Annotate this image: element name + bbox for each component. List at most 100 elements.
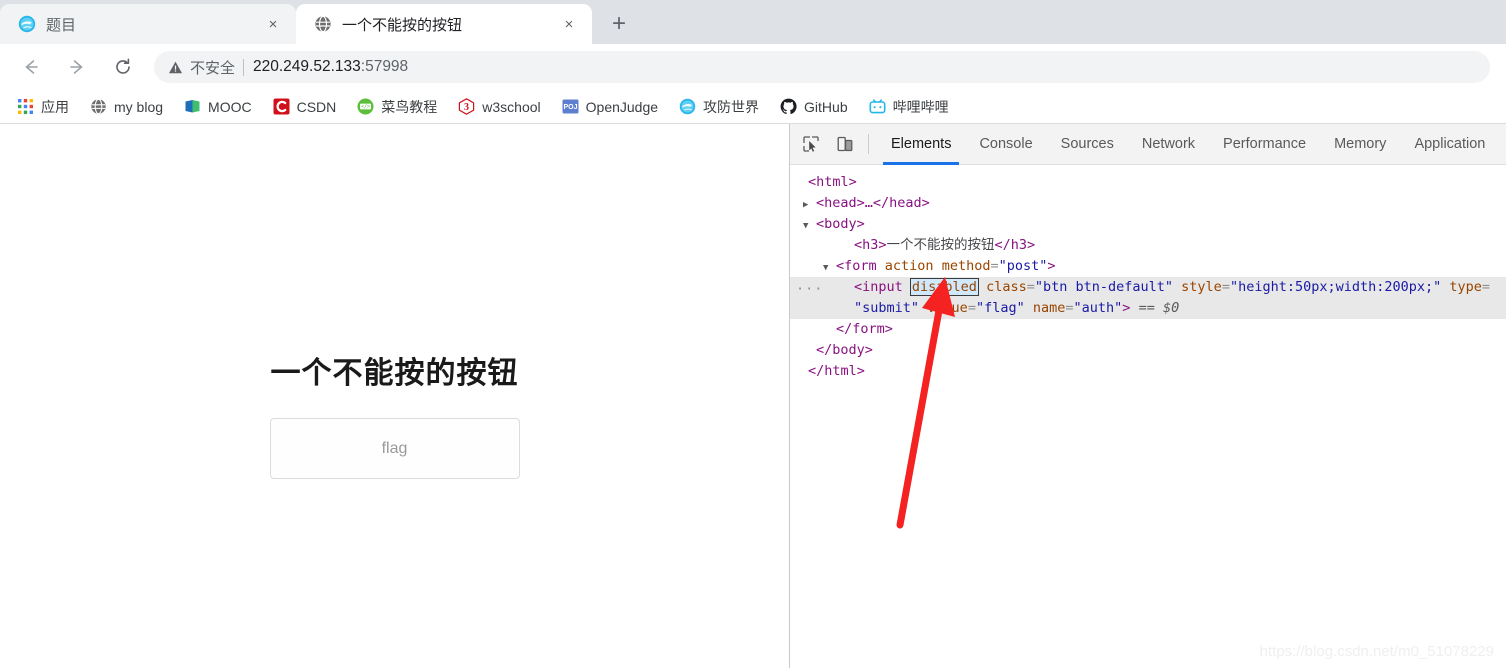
dom-form-open-text: <form [836,258,885,274]
dom-eq-4: = [1481,279,1491,295]
url-host-text: 220.249.52.133 [253,58,361,75]
reload-button[interactable] [106,50,140,84]
mooc-book-icon [184,98,201,115]
inspect-element-icon[interactable] [796,129,826,159]
chevron-down-icon[interactable]: ▼ [803,216,814,237]
content-area: 一个不能按的按钮 flag Elements Console Sources N… [0,124,1506,668]
bookmark-w3school-label: w3school [482,98,541,115]
forward-button[interactable] [60,50,94,84]
address-bar[interactable]: 不安全 220.249.52.133 :57998 [154,51,1490,83]
dom-console-ref: == $0 [1138,300,1180,316]
page-content: 一个不能按的按钮 flag [0,124,789,479]
dom-node-body-close[interactable]: </body> [790,340,1506,361]
navigation-toolbar: 不安全 220.249.52.133 :57998 [0,44,1506,90]
dom-input-attr-style-name: style [1173,279,1222,295]
flag-submit-button[interactable]: flag [269,418,520,479]
browser-window: 题目 × 一个不能按的按钮 × + 不安全 220.249.52.133:57… [0,0,1506,668]
dom-node-input-selected[interactable]: ··· <input disabled class="btn btn-defau… [790,277,1506,319]
tab-sources[interactable]: Sources [1047,124,1128,165]
bookmark-apps[interactable]: 应用 [14,94,78,120]
bookmark-apps-label: 应用 [41,98,69,115]
dom-html-open-text: <html> [808,174,857,190]
bookmark-w3school[interactable]: 3 w3school [455,95,549,118]
bookmark-bilibili[interactable]: 哔哩哔哩 [866,94,958,120]
bookmark-my-blog[interactable]: my blog [87,95,172,118]
tab-network[interactable]: Network [1128,124,1209,165]
w3school-3-icon: 3 [458,98,475,115]
watermark-text: https://blog.csdn.net/m0_51078229 [1259,643,1494,660]
svg-text:POJ: POJ [563,104,577,111]
dom-node-head[interactable]: ▶ <head>…</head> [790,193,1506,214]
back-button[interactable] [14,50,48,84]
github-cat-icon [780,98,797,115]
poj-icon: POJ [562,98,579,115]
dom-node-html-close[interactable]: </html> [790,361,1506,382]
dom-input-attr-type-value: "submit" [854,300,920,316]
dom-eq-5: = [967,300,976,316]
svg-text:3: 3 [464,102,469,113]
dom-h3-close-text: </h3> [994,237,1036,253]
dom-node-html-open[interactable]: <html> [790,172,1506,193]
tab-console[interactable]: Console [965,124,1046,165]
page-heading: 一个不能按的按钮 [270,357,519,390]
security-status-text: 不安全 [190,59,236,77]
bookmark-openjudge-label: OpenJudge [585,98,659,115]
runoob-code-icon: </> [357,98,374,115]
dom-input-attr-name-value: "auth" [1073,300,1123,316]
new-tab-button[interactable]: + [602,7,636,41]
dom-h3-open-text: <h3> [854,237,887,253]
dom-node-h3[interactable]: <h3>一个不能按的按钮</h3> [790,235,1506,256]
bookmark-openjudge[interactable]: POJ OpenJudge [559,95,667,118]
dom-h3-text: 一个不能按的按钮 [886,237,995,253]
dom-input-attr-value-name: value [919,300,968,316]
dom-eq-2: = [1026,279,1035,295]
browser-tab-0[interactable]: 题目 × [0,4,296,44]
dom-node-form-open[interactable]: ▼ <form action method="post"> [790,256,1506,277]
chevron-down-icon[interactable]: ▼ [823,258,834,279]
dom-form-attr-method: method [941,258,991,274]
device-toolbar-icon[interactable] [830,129,860,159]
bookmark-xctf-label: 攻防世界 [703,98,760,115]
dom-body-close-text: </body> [816,342,873,358]
xctf-globe-icon [679,98,696,115]
dom-eq-6: = [1065,300,1074,316]
xctf-globe-icon [18,15,36,33]
dom-input-line-wrap: "submit" value="flag" name="auth"> == $0 [790,298,1506,319]
dom-badge-dots[interactable]: ··· [796,279,823,300]
omnibox-divider [243,58,245,76]
bookmark-xctf[interactable]: 攻防世界 [676,94,768,120]
bookmark-csdn[interactable]: CSDN [270,95,346,118]
bilibili-tv-icon [869,98,886,115]
tab-performance[interactable]: Performance [1209,124,1320,165]
dom-node-form-close[interactable]: </form> [790,319,1506,340]
page-viewport: 一个不能按的按钮 flag [0,124,790,668]
tab-application[interactable]: Application [1400,124,1499,165]
browser-tab-1[interactable]: 一个不能按的按钮 × [296,4,592,44]
tab-strip: 题目 × 一个不能按的按钮 × + [0,0,1506,44]
dom-input-line: <input disabled class="btn btn-default" … [790,277,1506,298]
devtools-tabs: Elements Console Sources Network Perform… [877,124,1499,165]
dom-node-body-open[interactable]: ▼ <body> [790,214,1506,235]
dom-eq-3: = [1221,279,1230,295]
bookmark-mooc-label: MOOC [208,98,252,115]
dom-body-open-text: <body> [816,216,865,232]
bookmark-github[interactable]: GitHub [777,95,857,118]
tab-elements[interactable]: Elements [877,124,965,165]
browser-tab-1-close-icon[interactable]: × [558,13,580,35]
bookmark-runoob[interactable]: </> 菜鸟教程 [354,94,446,120]
chevron-right-icon[interactable]: ▶ [803,195,814,216]
bookmark-runoob-label: 菜鸟教程 [381,98,438,115]
tab-memory[interactable]: Memory [1320,124,1400,165]
devtools-toolbar-divider [868,134,869,154]
dom-input-attr-disabled[interactable]: disabled [909,278,979,296]
dom-input-attr-style-value: "height:50px;width:200px;" [1229,279,1442,295]
dom-input-attr-class-name: class [977,279,1027,295]
dom-input-attr-type-name: type [1441,279,1482,295]
browser-tab-1-title: 一个不能按的按钮 [342,16,463,34]
browser-tab-0-title: 题目 [46,16,77,34]
bookmarks-bar: 应用 my blog MOOC CSDN </> 菜鸟教程 3 w3school… [0,90,1506,124]
url-port-text: :57998 [360,58,409,75]
browser-tab-0-close-icon[interactable]: × [262,13,284,35]
bookmark-mooc[interactable]: MOOC [181,95,261,118]
devtools-panel: Elements Console Sources Network Perform… [790,124,1506,668]
